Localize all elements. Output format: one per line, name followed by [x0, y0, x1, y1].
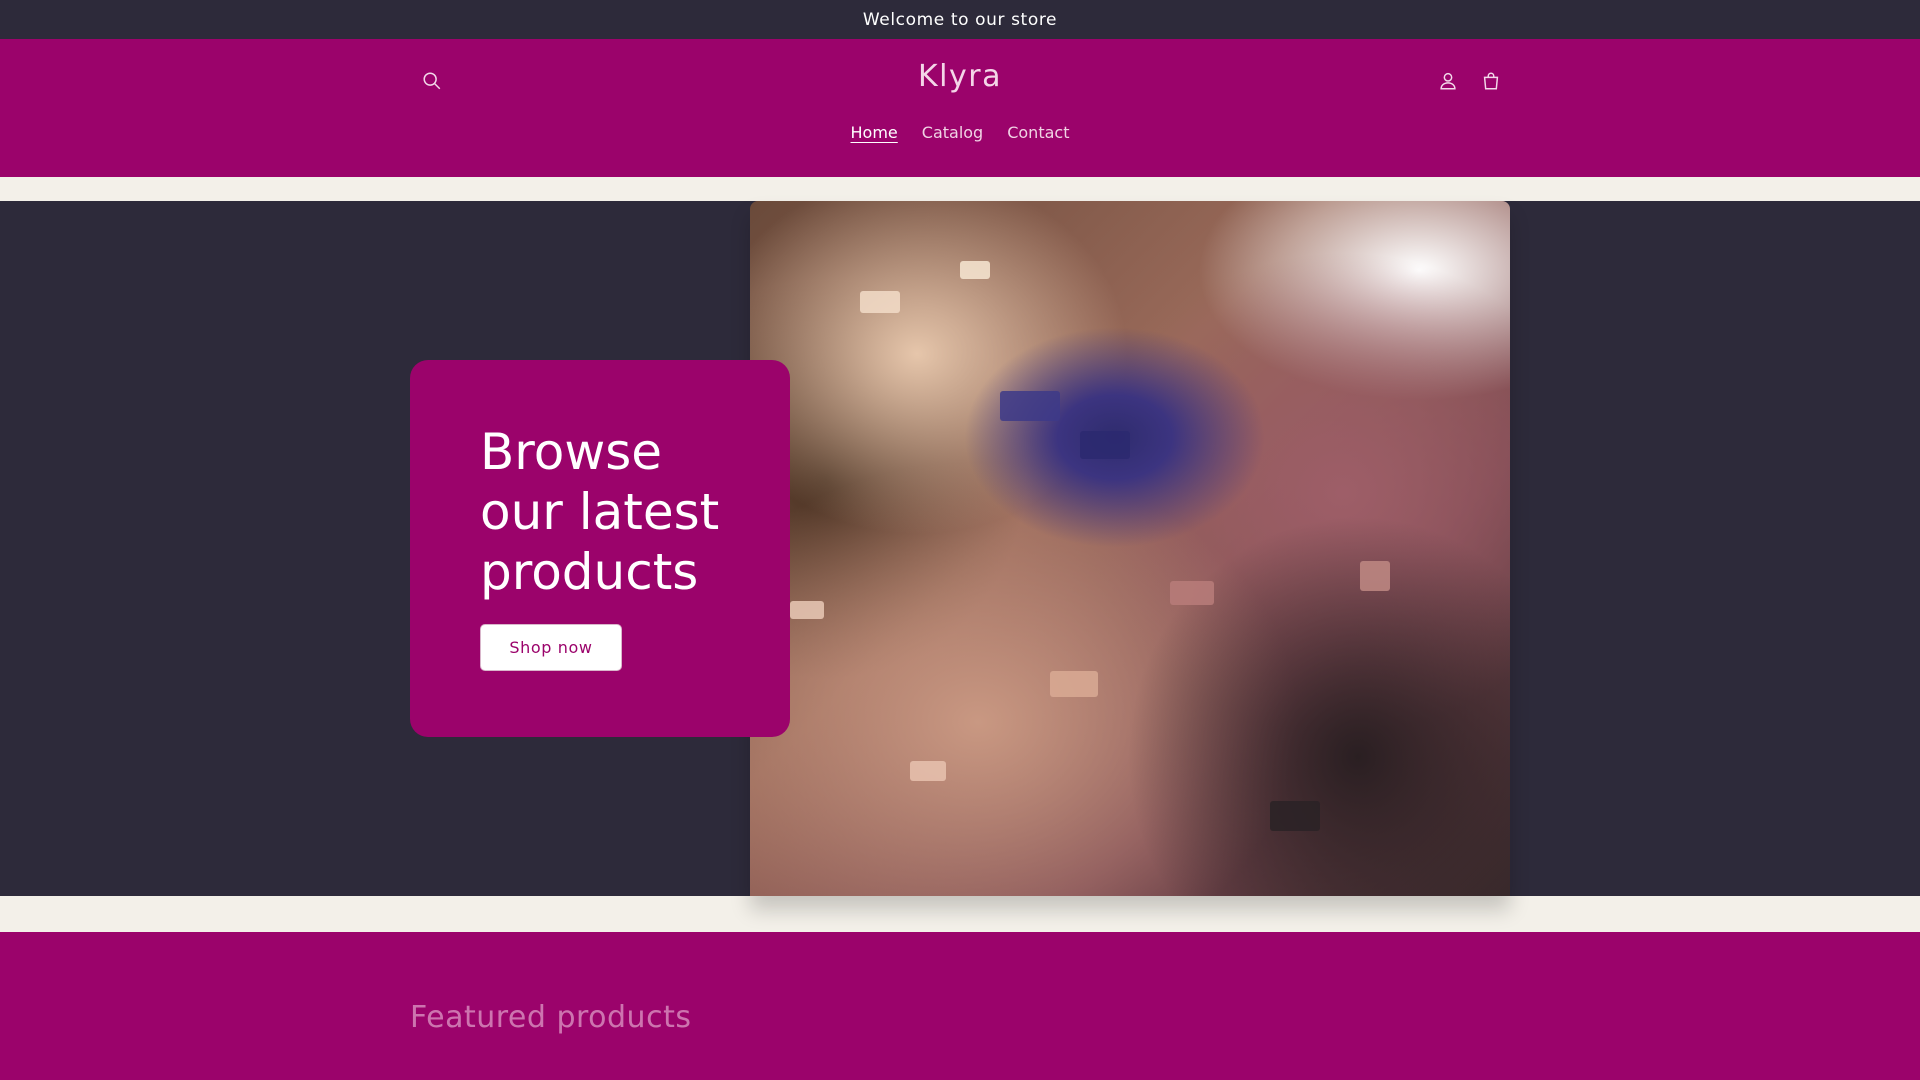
- account-button[interactable]: [1431, 64, 1465, 98]
- hero-card: Browse our latest products Shop now: [410, 360, 790, 737]
- cart-icon: [1483, 72, 1499, 90]
- site-header: Klyra Home Catalog Contact: [0, 39, 1920, 177]
- nav-catalog[interactable]: Catalog: [922, 123, 983, 142]
- hero-title: Browse our latest products: [480, 423, 720, 601]
- cart-button[interactable]: [1474, 64, 1508, 98]
- announcement-bar: Welcome to our store: [0, 0, 1920, 39]
- announcement-text: Welcome to our store: [862, 9, 1058, 30]
- featured-products-title: Featured products: [410, 1000, 692, 1035]
- user-icon: [1440, 72, 1456, 90]
- featured-products-section: Featured products: [0, 932, 1920, 1080]
- store-logo[interactable]: Klyra: [0, 59, 1920, 94]
- hero-image: [750, 201, 1510, 896]
- main-nav: Home Catalog Contact: [0, 123, 1920, 142]
- shop-now-button[interactable]: Shop now: [480, 624, 622, 671]
- nav-contact[interactable]: Contact: [1007, 123, 1069, 142]
- nav-home[interactable]: Home: [851, 123, 898, 142]
